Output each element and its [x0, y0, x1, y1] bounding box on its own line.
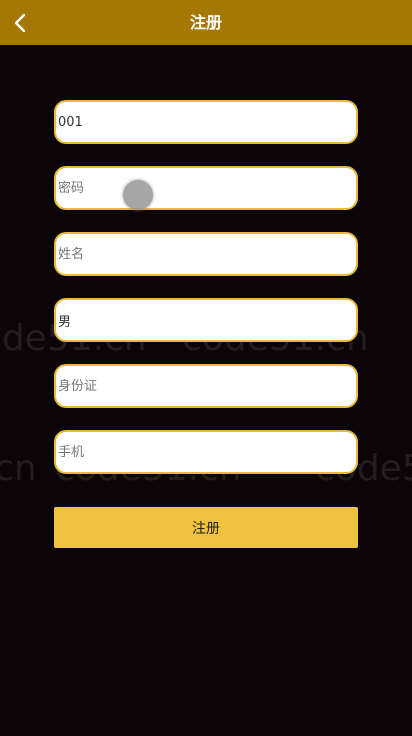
register-button[interactable]: 注册 [54, 507, 358, 548]
chevron-left-icon [13, 13, 27, 33]
back-button[interactable] [0, 0, 40, 45]
page-title: 注册 [189, 13, 222, 32]
watermark: code51.cn [0, 448, 37, 489]
register-screen: code51.cn code51.cn code51.cn code51.cn … [0, 0, 412, 736]
password-field[interactable] [54, 166, 358, 210]
username-field[interactable] [54, 100, 358, 144]
register-form [54, 100, 358, 496]
real-name-field[interactable] [54, 232, 358, 276]
app-header: 注册 [0, 0, 412, 45]
id-card-field[interactable] [54, 364, 358, 408]
gender-field[interactable] [54, 298, 358, 342]
phone-field[interactable] [54, 430, 358, 474]
